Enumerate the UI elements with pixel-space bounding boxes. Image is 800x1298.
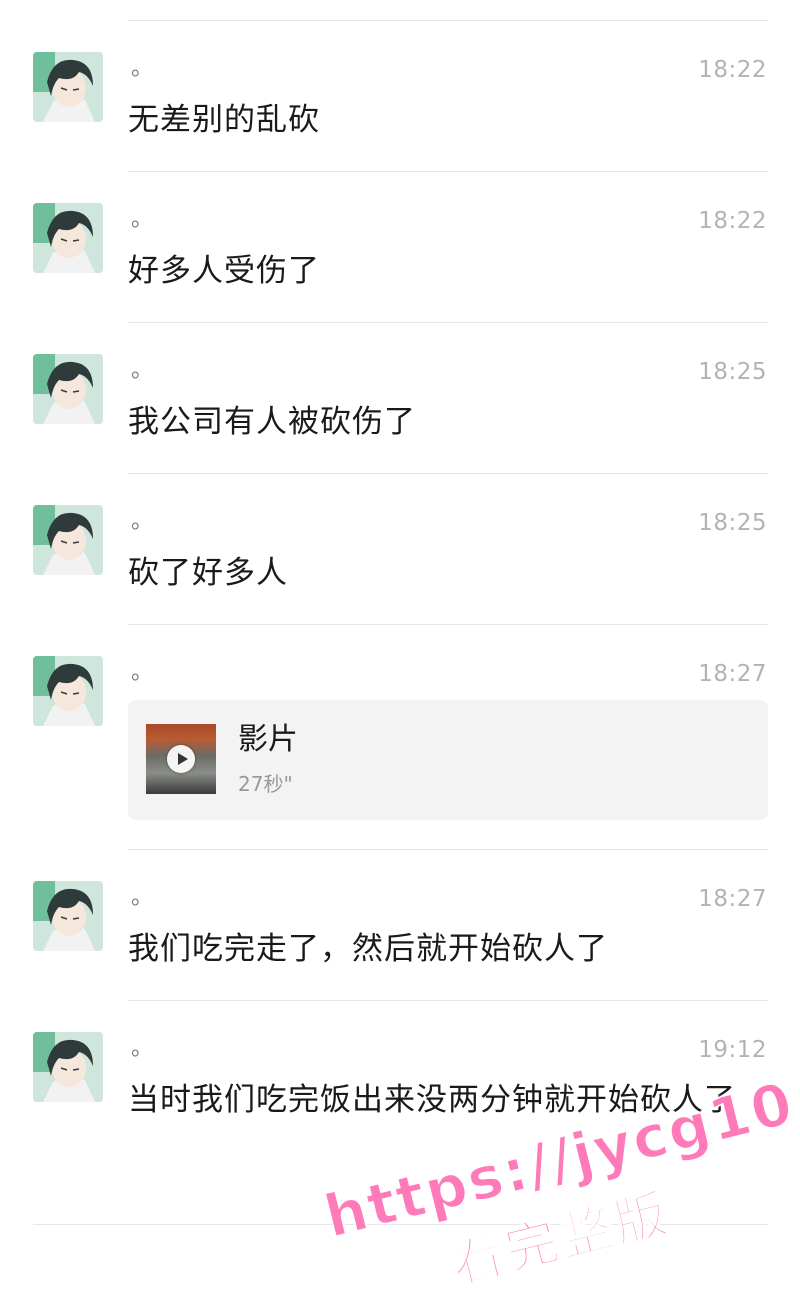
- video-duration: 27秒": [238, 772, 293, 796]
- avatar[interactable]: [33, 505, 103, 575]
- timestamp: 18:25: [698, 359, 767, 385]
- video-title: 影片: [238, 722, 298, 757]
- sender-name: 。: [131, 885, 154, 910]
- avatar[interactable]: [33, 1032, 103, 1102]
- sender-name: 。: [131, 1036, 154, 1061]
- sender-name: 。: [131, 207, 154, 232]
- play-icon[interactable]: [167, 745, 195, 773]
- avatar[interactable]: [33, 656, 103, 726]
- avatar[interactable]: [33, 52, 103, 122]
- message-text: 我们吃完走了，然后就开始砍人了: [128, 931, 608, 967]
- timestamp: 18:27: [698, 886, 767, 912]
- avatar[interactable]: [33, 354, 103, 424]
- timestamp: 18:25: [698, 510, 767, 536]
- timestamp: 18:22: [698, 57, 767, 83]
- avatar-image: [33, 52, 103, 122]
- message-divider: [128, 473, 768, 474]
- top-divider: [128, 20, 768, 21]
- timestamp: 18:27: [698, 661, 767, 687]
- message-divider: [128, 1000, 768, 1001]
- message-text: 砍了好多人: [128, 555, 288, 591]
- message-divider: [128, 171, 768, 172]
- avatar-image: [33, 1032, 103, 1102]
- message-divider: [128, 322, 768, 323]
- message-text: 好多人受伤了: [128, 253, 320, 289]
- timestamp: 18:22: [698, 208, 767, 234]
- message-text: 无差别的乱砍: [128, 102, 320, 138]
- message-divider: [128, 849, 768, 850]
- avatar-image: [33, 656, 103, 726]
- avatar-image: [33, 203, 103, 273]
- sender-name: 。: [131, 660, 154, 685]
- sender-name: 。: [131, 358, 154, 383]
- avatar-image: [33, 505, 103, 575]
- video-thumbnail[interactable]: [146, 724, 216, 794]
- timestamp: 19:12: [698, 1037, 767, 1063]
- video-card[interactable]: 影片 27秒": [128, 700, 768, 820]
- avatar[interactable]: [33, 881, 103, 951]
- message-text: 我公司有人被砍伤了: [128, 404, 416, 440]
- avatar-image: [33, 354, 103, 424]
- avatar[interactable]: [33, 203, 103, 273]
- sender-name: 。: [131, 509, 154, 534]
- sender-name: 。: [131, 56, 154, 81]
- avatar-image: [33, 881, 103, 951]
- message-divider: [128, 624, 768, 625]
